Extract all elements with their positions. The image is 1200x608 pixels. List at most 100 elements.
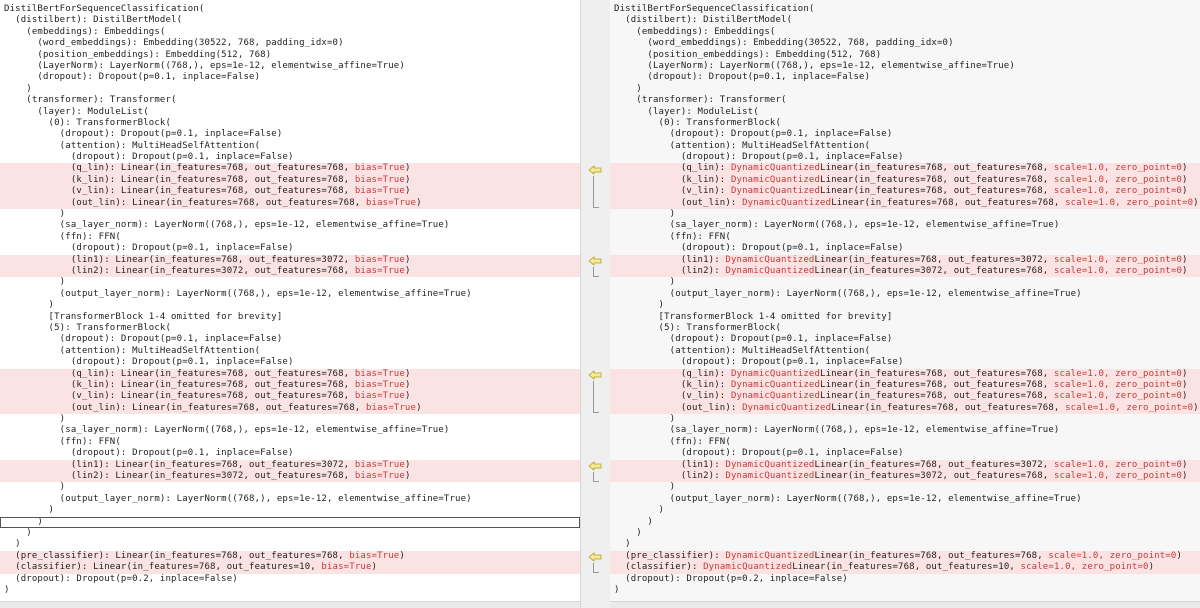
left-code-line[interactable]: (classifier): Linear(in_features=768, ou… (0, 562, 580, 574)
left-code-line[interactable]: ) (0, 516, 580, 528)
right-code-line[interactable]: DistilBertForSequenceClassification( (610, 4, 1200, 15)
left-code-line[interactable]: (dropout): Dropout(p=0.1, inplace=False) (0, 243, 580, 254)
right-code-line[interactable]: (attention): MultiHeadSelfAttention( (610, 141, 1200, 152)
right-code-line[interactable]: [TransformerBlock 1-4 omitted for brevit… (610, 312, 1200, 323)
right-code-line[interactable]: (sa_layer_norm): LayerNorm((768,), eps=1… (610, 220, 1200, 231)
left-code-line[interactable]: (pre_classifier): Linear(in_features=768… (0, 550, 580, 563)
right-code-line[interactable]: ) (610, 300, 1200, 311)
right-code-line[interactable]: ) (610, 414, 1200, 425)
right-code-line[interactable]: (ffn): FFN( (610, 437, 1200, 448)
right-code-line[interactable]: ) (610, 209, 1200, 220)
right-code-line[interactable]: (k_lin): DynamicQuantizedLinear(in_featu… (610, 174, 1200, 187)
right-code-line[interactable]: (lin1): DynamicQuantizedLinear(in_featur… (610, 459, 1200, 472)
right-code-line[interactable]: (layer): ModuleList( (610, 107, 1200, 118)
right-code-line[interactable]: (dropout): Dropout(p=0.1, inplace=False) (610, 448, 1200, 459)
left-code-line[interactable]: (ffn): FFN( (0, 437, 580, 448)
right-horizontal-scrollbar[interactable] (610, 601, 1200, 608)
left-code-line[interactable]: (dropout): Dropout(p=0.1, inplace=False) (0, 357, 580, 368)
right-code-line[interactable]: (word_embeddings): Embedding(30522, 768,… (610, 38, 1200, 49)
left-code-line[interactable]: (lin2): Linear(in_features=3072, out_fea… (0, 265, 580, 278)
left-code-line[interactable]: (position_embeddings): Embedding(512, 76… (0, 50, 580, 61)
right-code-line[interactable]: ) (610, 528, 1200, 539)
right-code-line[interactable]: (pre_classifier): DynamicQuantizedLinear… (610, 550, 1200, 563)
right-code-line[interactable]: (out_lin): DynamicQuantizedLinear(in_fea… (610, 197, 1200, 210)
left-code-line[interactable]: ) (0, 528, 580, 539)
left-code-line[interactable]: ) (0, 505, 580, 516)
left-code-line[interactable]: (v_lin): Linear(in_features=768, out_fea… (0, 186, 580, 198)
right-code-line[interactable]: (k_lin): DynamicQuantizedLinear(in_featu… (610, 379, 1200, 392)
left-code-line[interactable]: ) (0, 585, 580, 596)
right-code-line[interactable]: (embeddings): Embeddings( (610, 27, 1200, 38)
right-code-line[interactable]: (sa_layer_norm): LayerNorm((768,), eps=1… (610, 425, 1200, 436)
merge-left-arrow-icon[interactable] (588, 552, 602, 563)
right-code-line[interactable]: (lin2): DynamicQuantizedLinear(in_featur… (610, 265, 1200, 278)
left-code-line[interactable]: ) (0, 414, 580, 425)
left-code-line[interactable]: ) (0, 539, 580, 550)
left-code-line[interactable]: (sa_layer_norm): LayerNorm((768,), eps=1… (0, 425, 580, 436)
left-code-line[interactable]: (sa_layer_norm): LayerNorm((768,), eps=1… (0, 220, 580, 231)
left-code-line[interactable]: (v_lin): Linear(in_features=768, out_fea… (0, 391, 580, 403)
merge-left-arrow-icon[interactable] (588, 461, 602, 471)
left-code-line[interactable]: (0): TransformerBlock( (0, 118, 580, 129)
left-code-line[interactable]: (attention): MultiHeadSelfAttention( (0, 346, 580, 357)
right-code-line[interactable]: (dropout): Dropout(p=0.1, inplace=False) (610, 72, 1200, 83)
left-code-line[interactable]: ) (0, 277, 580, 288)
left-code-line[interactable]: [TransformerBlock 1-4 omitted for brevit… (0, 312, 580, 323)
left-code-line[interactable]: (5): TransformerBlock( (0, 323, 580, 334)
right-code-line[interactable]: (lin1): DynamicQuantizedLinear(in_featur… (610, 254, 1200, 266)
left-code-line[interactable]: (out_lin): Linear(in_features=768, out_f… (0, 402, 580, 415)
right-code-line[interactable]: (q_lin): DynamicQuantizedLinear(in_featu… (610, 163, 1200, 175)
right-code-line[interactable]: (attention): MultiHeadSelfAttention( (610, 346, 1200, 357)
left-code-line[interactable]: (k_lin): Linear(in_features=768, out_fea… (0, 174, 580, 187)
right-code-line[interactable]: (output_layer_norm): LayerNorm((768,), e… (610, 289, 1200, 300)
right-code-line[interactable]: (q_lin): DynamicQuantizedLinear(in_featu… (610, 368, 1200, 380)
left-code-line[interactable]: (LayerNorm): LayerNorm((768,), eps=1e-12… (0, 61, 580, 72)
right-code-line[interactable]: ) (610, 482, 1200, 493)
left-code-line[interactable]: (q_lin): Linear(in_features=768, out_fea… (0, 163, 580, 175)
left-code-line[interactable]: ) (0, 84, 580, 95)
left-horizontal-scrollbar[interactable] (0, 601, 580, 608)
right-code-line[interactable]: (0): TransformerBlock( (610, 118, 1200, 129)
right-code-line[interactable]: ) (610, 277, 1200, 288)
right-code-line[interactable]: ) (610, 585, 1200, 596)
right-code-line[interactable]: (dropout): Dropout(p=0.1, inplace=False) (610, 357, 1200, 368)
right-code-line[interactable]: (dropout): Dropout(p=0.1, inplace=False) (610, 243, 1200, 254)
right-code-line[interactable]: (out_lin): DynamicQuantizedLinear(in_fea… (610, 402, 1200, 415)
left-diff-pane[interactable]: DistilBertForSequenceClassification( (di… (0, 0, 581, 608)
left-code-line[interactable]: (k_lin): Linear(in_features=768, out_fea… (0, 379, 580, 392)
left-code-line[interactable]: (word_embeddings): Embedding(30522, 768,… (0, 38, 580, 49)
right-code-line[interactable]: ) (610, 517, 1200, 528)
right-code-line[interactable]: (v_lin): DynamicQuantizedLinear(in_featu… (610, 186, 1200, 198)
left-code-line[interactable]: (attention): MultiHeadSelfAttention( (0, 141, 580, 152)
left-code-line[interactable]: (transformer): Transformer( (0, 95, 580, 106)
left-code-line[interactable]: (lin2): Linear(in_features=3072, out_fea… (0, 471, 580, 483)
right-code-line[interactable]: (transformer): Transformer( (610, 95, 1200, 106)
right-code-line[interactable]: (position_embeddings): Embedding(512, 76… (610, 50, 1200, 61)
left-code-line[interactable]: (output_layer_norm): LayerNorm((768,), e… (0, 289, 580, 300)
right-code-line[interactable]: (5): TransformerBlock( (610, 323, 1200, 334)
left-code-line[interactable]: (dropout): Dropout(p=0.2, inplace=False) (0, 574, 580, 585)
merge-left-arrow-icon[interactable] (588, 369, 602, 380)
left-code-line[interactable]: (dropout): Dropout(p=0.1, inplace=False) (0, 152, 580, 163)
right-code-line[interactable]: ) (610, 539, 1200, 550)
merge-left-arrow-icon[interactable] (588, 255, 602, 266)
left-code-line[interactable]: DistilBertForSequenceClassification( (0, 4, 580, 15)
left-code-line[interactable]: (lin1): Linear(in_features=768, out_feat… (0, 459, 580, 472)
left-code-line[interactable]: ) (0, 209, 580, 220)
left-code-line[interactable]: (ffn): FFN( (0, 232, 580, 243)
right-code-line[interactable]: (output_layer_norm): LayerNorm((768,), e… (610, 494, 1200, 505)
left-code-line[interactable]: ) (0, 300, 580, 311)
left-code-line[interactable]: (q_lin): Linear(in_features=768, out_fea… (0, 368, 580, 380)
right-code-line[interactable]: (classifier): DynamicQuantizedLinear(in_… (610, 562, 1200, 574)
left-code-line[interactable]: (dropout): Dropout(p=0.1, inplace=False) (0, 72, 580, 83)
left-code-line[interactable]: (out_lin): Linear(in_features=768, out_f… (0, 197, 580, 210)
right-code-line[interactable]: (LayerNorm): LayerNorm((768,), eps=1e-12… (610, 61, 1200, 72)
right-code-line[interactable]: (dropout): Dropout(p=0.1, inplace=False) (610, 129, 1200, 140)
left-code-line[interactable]: (dropout): Dropout(p=0.1, inplace=False) (0, 129, 580, 140)
right-code-line[interactable]: (dropout): Dropout(p=0.1, inplace=False) (610, 152, 1200, 163)
right-diff-pane[interactable]: DistilBertForSequenceClassification( (di… (610, 0, 1200, 608)
right-code-line[interactable]: (lin2): DynamicQuantizedLinear(in_featur… (610, 471, 1200, 483)
right-code-line[interactable]: (distilbert): DistilBertModel( (610, 15, 1200, 26)
left-code-line[interactable]: ) (0, 482, 580, 493)
right-code-line[interactable]: (v_lin): DynamicQuantizedLinear(in_featu… (610, 391, 1200, 403)
